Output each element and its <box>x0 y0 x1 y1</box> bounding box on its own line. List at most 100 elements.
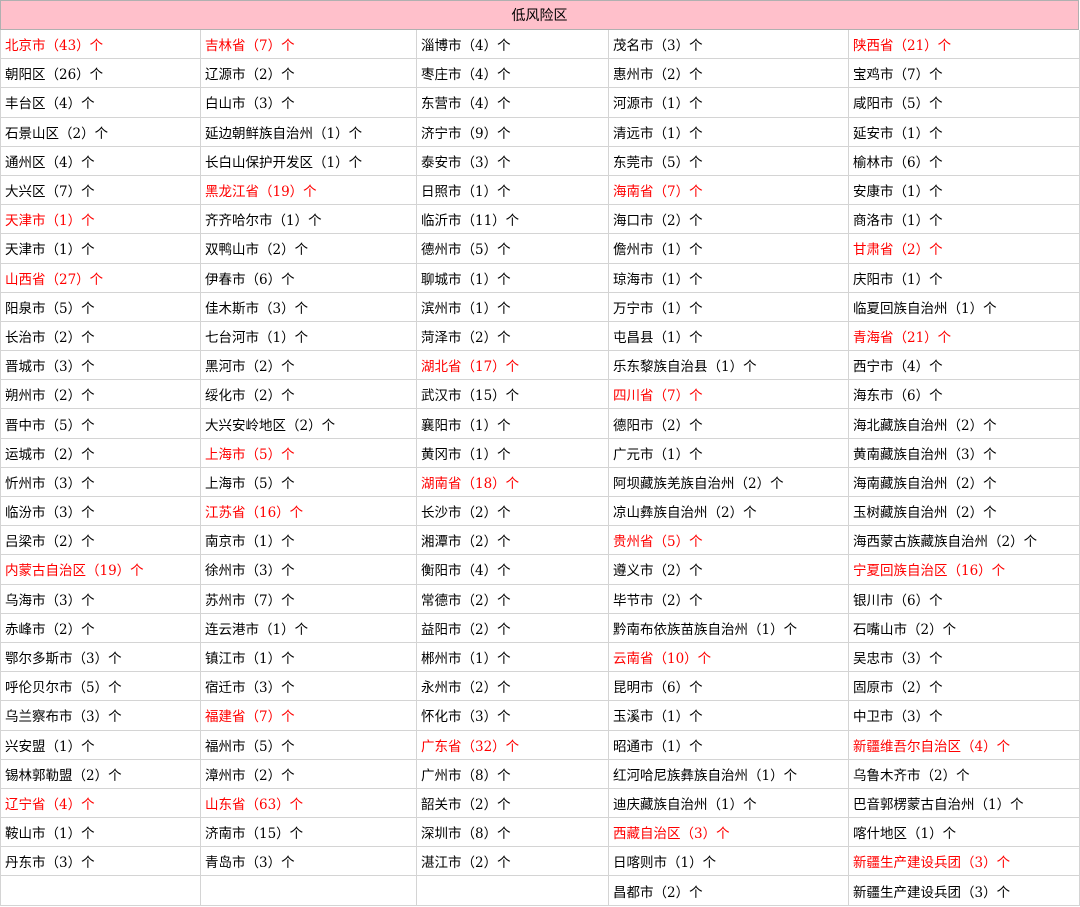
region-cell: 毕节市（2）个 <box>609 584 849 614</box>
region-cell: 乌海市（3）个 <box>0 584 201 614</box>
province-header-cell: 云南省（10）个 <box>609 642 849 673</box>
region-cell: 聊城市（1）个 <box>417 263 609 293</box>
region-cell: 衡阳市（4）个 <box>417 555 609 585</box>
region-cell: 日喀则市（1）个 <box>609 847 849 877</box>
region-cell: 黄南藏族自治州（3）个 <box>849 438 1080 468</box>
region-cell: 伊春市（6）个 <box>201 263 417 293</box>
province-header-cell: 贵州省（5）个 <box>609 526 849 556</box>
region-cell: 福州市（5）个 <box>201 730 417 760</box>
region-cell: 泰安市（3）个 <box>417 146 609 176</box>
region-cell: 丰台区（4）个 <box>0 88 201 118</box>
province-header-cell: 辽宁省（4）个 <box>0 788 201 819</box>
region-cell: 新疆生产建设兵团（3）个 <box>849 876 1080 906</box>
region-cell: 齐齐哈尔市（1）个 <box>201 205 417 235</box>
region-cell: 兴安盟（1）个 <box>0 730 201 760</box>
region-cell: 黑河市（2）个 <box>201 351 417 381</box>
region-cell: 黄冈市（1）个 <box>417 438 609 468</box>
region-cell: 朔州市（2）个 <box>0 380 201 410</box>
province-header-cell: 湖南省（18）个 <box>417 467 609 497</box>
region-cell: 丹东市（3）个 <box>0 847 201 877</box>
region-cell: 吴忠市（3）个 <box>849 642 1080 673</box>
table-title: 低风险区 <box>0 0 1079 30</box>
region-cell: 武汉市（15）个 <box>417 380 609 410</box>
region-cell: 安康市（1）个 <box>849 175 1080 206</box>
region-cell: 屯昌县（1）个 <box>609 321 849 352</box>
region-cell: 迪庆藏族自治州（1）个 <box>609 788 849 819</box>
region-cell: 海北藏族自治州（2）个 <box>849 409 1080 439</box>
table-column-2: 吉林省（7）个 辽源市（2）个 白山市（3）个 延边朝鲜族自治州（1）个 长白山保护开发… <box>201 30 417 906</box>
region-cell: 固原市（2）个 <box>849 672 1080 702</box>
region-cell: 南京市（1）个 <box>201 526 417 556</box>
region-cell: 益阳市（2）个 <box>417 613 609 643</box>
region-cell: 济南市（15）个 <box>201 818 417 848</box>
risk-area-table: 低风险区 北京市（43）个 朝阳区（26）个 丰台区（4）个 石景山区（2）个 通州区（… <box>0 0 1080 907</box>
region-cell: 运城市（2）个 <box>0 438 201 468</box>
region-cell: 天津市（1）个 <box>0 234 201 264</box>
region-cell: 大兴区（7）个 <box>0 175 201 206</box>
region-cell: 朝阳区（26）个 <box>0 59 201 89</box>
region-cell: 海口市（2）个 <box>609 205 849 235</box>
region-cell: 宿迁市（3）个 <box>201 672 417 702</box>
region-cell: 清远市（1）个 <box>609 117 849 147</box>
region-cell: 鄂尔多斯市（3）个 <box>0 642 201 673</box>
region-cell: 广元市（1）个 <box>609 438 849 468</box>
table-column-5: 陕西省（21）个 宝鸡市（7）个 咸阳市（5）个 延安市（1）个 榆林市（6）个 安康市（… <box>849 30 1080 906</box>
region-cell: 白山市（3）个 <box>201 88 417 118</box>
province-header-cell: 广东省（32）个 <box>417 730 609 760</box>
region-cell: 双鸭山市（2）个 <box>201 234 417 264</box>
region-cell: 中卫市（3）个 <box>849 701 1080 731</box>
region-cell: 西宁市（4）个 <box>849 351 1080 381</box>
region-cell: 石景山区（2）个 <box>0 117 201 147</box>
province-header-cell: 青海省（21）个 <box>849 321 1080 352</box>
region-cell: 延边朝鲜族自治州（1）个 <box>201 117 417 147</box>
region-cell: 日照市（1）个 <box>417 175 609 206</box>
province-header-cell: 北京市（43）个 <box>0 30 201 60</box>
province-header-cell: 江苏省（16）个 <box>201 497 417 527</box>
province-header-cell: 天津市（1）个 <box>0 205 201 235</box>
province-header-cell: 四川省（7）个 <box>609 380 849 410</box>
region-cell: 德州市（5）个 <box>417 234 609 264</box>
region-cell: 庆阳市（1）个 <box>849 263 1080 293</box>
province-header-cell: 新疆生产建设兵团（3）个 <box>849 847 1080 877</box>
province-header-cell: 山东省（63）个 <box>201 788 417 819</box>
region-cell: 怀化市（3）个 <box>417 701 609 731</box>
region-cell: 商洛市（1）个 <box>849 205 1080 235</box>
region-cell: 河源市（1）个 <box>609 88 849 118</box>
table-column-3: 淄博市（4）个 枣庄市（4）个 东营市（4）个 济宁市（9）个 泰安市（3）个 日照市（1… <box>417 30 609 906</box>
region-cell: 襄阳市（1）个 <box>417 409 609 439</box>
region-cell: 连云港市（1）个 <box>201 613 417 643</box>
region-cell: 呼伦贝尔市（5）个 <box>0 672 201 702</box>
region-cell: 玉树藏族自治州（2）个 <box>849 497 1080 527</box>
province-header-cell: 陕西省（21）个 <box>849 30 1080 60</box>
region-cell: 遵义市（2）个 <box>609 555 849 585</box>
region-cell: 德阳市（2）个 <box>609 409 849 439</box>
region-cell: 晋城市（3）个 <box>0 351 201 381</box>
region-cell: 青岛市（3）个 <box>201 847 417 877</box>
region-cell: 漳州市（2）个 <box>201 759 417 789</box>
region-cell: 临夏回族自治州（1）个 <box>849 292 1080 322</box>
region-cell: 枣庄市（4）个 <box>417 59 609 89</box>
region-cell: 长白山保护开发区（1）个 <box>201 146 417 176</box>
region-cell: 临沂市（11）个 <box>417 205 609 235</box>
region-cell: 忻州市（3）个 <box>0 467 201 497</box>
region-cell: 济宁市（9）个 <box>417 117 609 147</box>
region-cell: 广州市（8）个 <box>417 759 609 789</box>
table-column-4: 茂名市（3）个 惠州市（2）个 河源市（1）个 清远市（1）个 东莞市（5）个 海南省（7… <box>609 30 849 906</box>
province-header-cell: 甘肃省（2）个 <box>849 234 1080 264</box>
region-cell <box>201 876 417 906</box>
region-cell <box>0 876 201 906</box>
region-cell: 海西蒙古族藏族自治州（2）个 <box>849 526 1080 556</box>
province-header-cell: 吉林省（7）个 <box>201 30 417 60</box>
region-cell: 永州市（2）个 <box>417 672 609 702</box>
region-cell: 昭通市（1）个 <box>609 730 849 760</box>
region-cell: 镇江市（1）个 <box>201 642 417 673</box>
region-cell: 乌鲁木齐市（2）个 <box>849 759 1080 789</box>
region-cell: 通州区（4）个 <box>0 146 201 176</box>
region-cell: 赤峰市（2）个 <box>0 613 201 643</box>
region-cell: 榆林市（6）个 <box>849 146 1080 176</box>
region-cell: 凉山彝族自治州（2）个 <box>609 497 849 527</box>
table-column-1: 北京市（43）个 朝阳区（26）个 丰台区（4）个 石景山区（2）个 通州区（4）个 大兴… <box>0 30 201 906</box>
region-cell: 徐州市（3）个 <box>201 555 417 585</box>
region-cell: 琼海市（1）个 <box>609 263 849 293</box>
region-cell: 晋中市（5）个 <box>0 409 201 439</box>
